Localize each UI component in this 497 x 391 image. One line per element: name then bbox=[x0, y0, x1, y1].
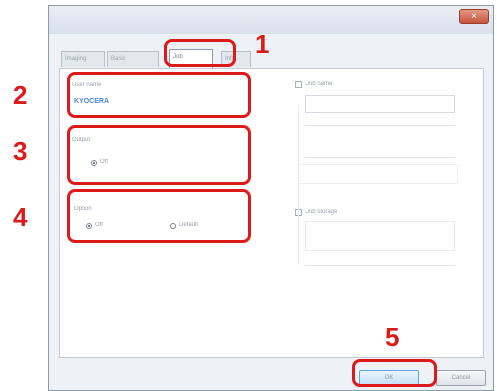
output-off-radio[interactable] bbox=[91, 160, 97, 166]
callout-number-1: 1 bbox=[255, 29, 270, 59]
callout-number-4: 4 bbox=[13, 202, 28, 232]
output-group-label: Output bbox=[72, 137, 91, 143]
ok-button[interactable]: OK bbox=[359, 370, 419, 386]
callout-number-3: 3 bbox=[13, 136, 28, 166]
close-icon: × bbox=[471, 10, 477, 22]
tab-panel: User name KYOCERA Output Off Option Off … bbox=[59, 68, 484, 358]
title-bar: × bbox=[49, 6, 493, 34]
option-off-radio[interactable] bbox=[86, 223, 92, 229]
tab-job[interactable]: Job bbox=[169, 49, 213, 69]
output-off-label: Off bbox=[100, 159, 108, 165]
option-default-label: Default bbox=[179, 222, 199, 228]
job-name-label: Job name bbox=[306, 81, 333, 87]
window-title bbox=[59, 14, 219, 22]
dialog-window: × Imaging Basic Job Info User name KYOCE… bbox=[48, 5, 494, 391]
user-name-value[interactable]: KYOCERA bbox=[74, 98, 109, 105]
option-group-label: Option bbox=[74, 206, 92, 212]
option-off-label: Off bbox=[95, 222, 103, 228]
job-storage-box bbox=[305, 221, 455, 251]
user-name-label: User name bbox=[72, 82, 102, 88]
job-name-checkbox[interactable] bbox=[295, 81, 302, 88]
divider bbox=[305, 125, 455, 126]
callout-number-5: 5 bbox=[385, 322, 400, 352]
callout-number-2: 2 bbox=[13, 80, 28, 110]
job-name-field[interactable] bbox=[305, 95, 455, 113]
divider bbox=[305, 157, 455, 158]
close-button[interactable]: × bbox=[459, 9, 489, 24]
tab-imaging[interactable]: Imaging bbox=[61, 51, 105, 67]
section-2-box bbox=[298, 164, 458, 184]
tab-info[interactable]: Info bbox=[221, 51, 251, 67]
divider bbox=[305, 265, 455, 266]
job-storage-label: Job storage bbox=[306, 209, 338, 215]
cancel-button[interactable]: Cancel bbox=[436, 370, 486, 386]
option-default-radio[interactable] bbox=[170, 223, 176, 229]
tab-basic[interactable]: Basic bbox=[107, 51, 159, 67]
column-separator bbox=[298, 105, 299, 265]
